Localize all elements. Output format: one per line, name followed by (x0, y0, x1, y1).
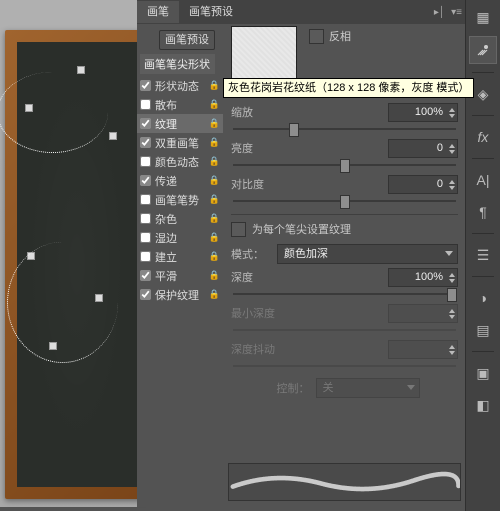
dock-grid-icon[interactable]: ▦ (470, 4, 496, 30)
opt-transfer[interactable]: 传递🔒 (137, 171, 223, 190)
opt-brush-pose[interactable]: 画笔笔势🔒 (137, 190, 223, 209)
lock-icon: 🔒 (209, 194, 220, 205)
lock-icon: 🔒 (209, 118, 220, 129)
brightness-value[interactable]: 0 (388, 139, 458, 158)
mode-label: 模式： (231, 246, 271, 262)
opt-shape-dynamics[interactable]: 形状动态🔒 (137, 76, 223, 95)
texture-tooltip: 灰色花岗岩花纹纸（128 x 128 像素，灰度 模式） (223, 78, 474, 98)
tab-brush[interactable]: 画笔 (137, 1, 179, 23)
min-depth-value (388, 304, 458, 323)
scale-value[interactable]: 100% (388, 103, 458, 122)
lock-icon: 🔒 (209, 80, 220, 91)
scale-slider[interactable] (233, 122, 456, 136)
lock-icon: 🔒 (209, 175, 220, 186)
brush-presets-button[interactable]: 画笔预设 (159, 30, 215, 50)
depth-slider[interactable] (233, 287, 456, 301)
brush-stroke-preview (228, 463, 461, 501)
wood-frame (5, 30, 149, 499)
dock-square-icon[interactable]: ◧ (470, 392, 496, 418)
control-select: 关 (316, 378, 420, 398)
tab-brush-presets[interactable]: 画笔预设 (179, 1, 243, 23)
lock-icon: 🔒 (209, 232, 220, 243)
contrast-slider[interactable] (233, 194, 456, 208)
texture-each-tip-checkbox[interactable]: 为每个笔尖设置纹理 (231, 219, 458, 239)
depth-jitter-label: 深度抖动 (231, 341, 303, 357)
opt-build-up[interactable]: 建立🔒 (137, 247, 223, 266)
panel-tabs: 画笔 画笔预设 (137, 0, 466, 24)
contrast-value[interactable]: 0 (388, 175, 458, 194)
lock-icon: 🔒 (209, 213, 220, 224)
scale-label: 缩放 (231, 104, 303, 120)
lock-icon: 🔒 (209, 270, 220, 281)
flyout-icon[interactable]: ▸│ (434, 7, 445, 18)
dock-circle-icon[interactable]: ◑ (470, 285, 496, 311)
dock-align-icon[interactable]: ☰ (470, 242, 496, 268)
brush-tip-shape-header[interactable]: 画笔笔尖形状 (140, 54, 215, 74)
opt-texture[interactable]: 纹理🔒 (137, 114, 223, 133)
mode-select[interactable]: 颜色加深 (277, 244, 458, 264)
opt-scattering[interactable]: 散布🔒 (137, 95, 223, 114)
depth-label: 深度 (231, 269, 303, 285)
depth-jitter-value (388, 340, 458, 359)
options-list: 画笔预设 画笔笔尖形状 形状动态🔒 散布🔒 纹理🔒 双重画笔🔒 颜色动态🔒 传递… (137, 24, 223, 507)
opt-color-dynamics[interactable]: 颜色动态🔒 (137, 152, 223, 171)
min-depth-label: 最小深度 (231, 305, 303, 321)
lock-icon: 🔒 (209, 99, 220, 110)
opt-noise[interactable]: 杂色🔒 (137, 209, 223, 228)
depth-jitter-slider (233, 359, 456, 373)
brightness-label: 亮度 (231, 140, 303, 156)
dock-fx-icon[interactable]: fx (470, 124, 496, 150)
opt-wet-edges[interactable]: 湿边🔒 (137, 228, 223, 247)
chalkboard (17, 42, 137, 487)
contrast-label: 对比度 (231, 176, 303, 192)
dock-brush-icon[interactable] (469, 36, 497, 64)
opt-protect-texture[interactable]: 保护纹理🔒 (137, 285, 223, 304)
right-dock: ▦ ◈ fx A| ¶ ☰ ◑ ▤ ▣ ◧ (465, 0, 500, 511)
menu-icon[interactable]: ▾≡ (451, 7, 462, 18)
lock-icon: 🔒 (209, 251, 220, 262)
lock-icon: 🔒 (209, 137, 220, 148)
opt-smoothing[interactable]: 平滑🔒 (137, 266, 223, 285)
depth-value[interactable]: 100% (388, 268, 458, 287)
brightness-slider[interactable] (233, 158, 456, 172)
dock-swatches-icon[interactable]: ▤ (470, 317, 496, 343)
min-depth-slider (233, 323, 456, 337)
lock-icon: 🔒 (209, 156, 220, 167)
dock-mask-icon[interactable]: ▣ (470, 360, 496, 386)
lock-icon: 🔒 (209, 289, 220, 300)
control-label: 控制： (270, 380, 310, 396)
invert-checkbox[interactable]: 反相 (309, 28, 351, 44)
opt-dual-brush[interactable]: 双重画笔🔒 (137, 133, 223, 152)
dock-type-icon[interactable]: A| (470, 167, 496, 193)
dock-paragraph-icon[interactable]: ¶ (470, 199, 496, 225)
